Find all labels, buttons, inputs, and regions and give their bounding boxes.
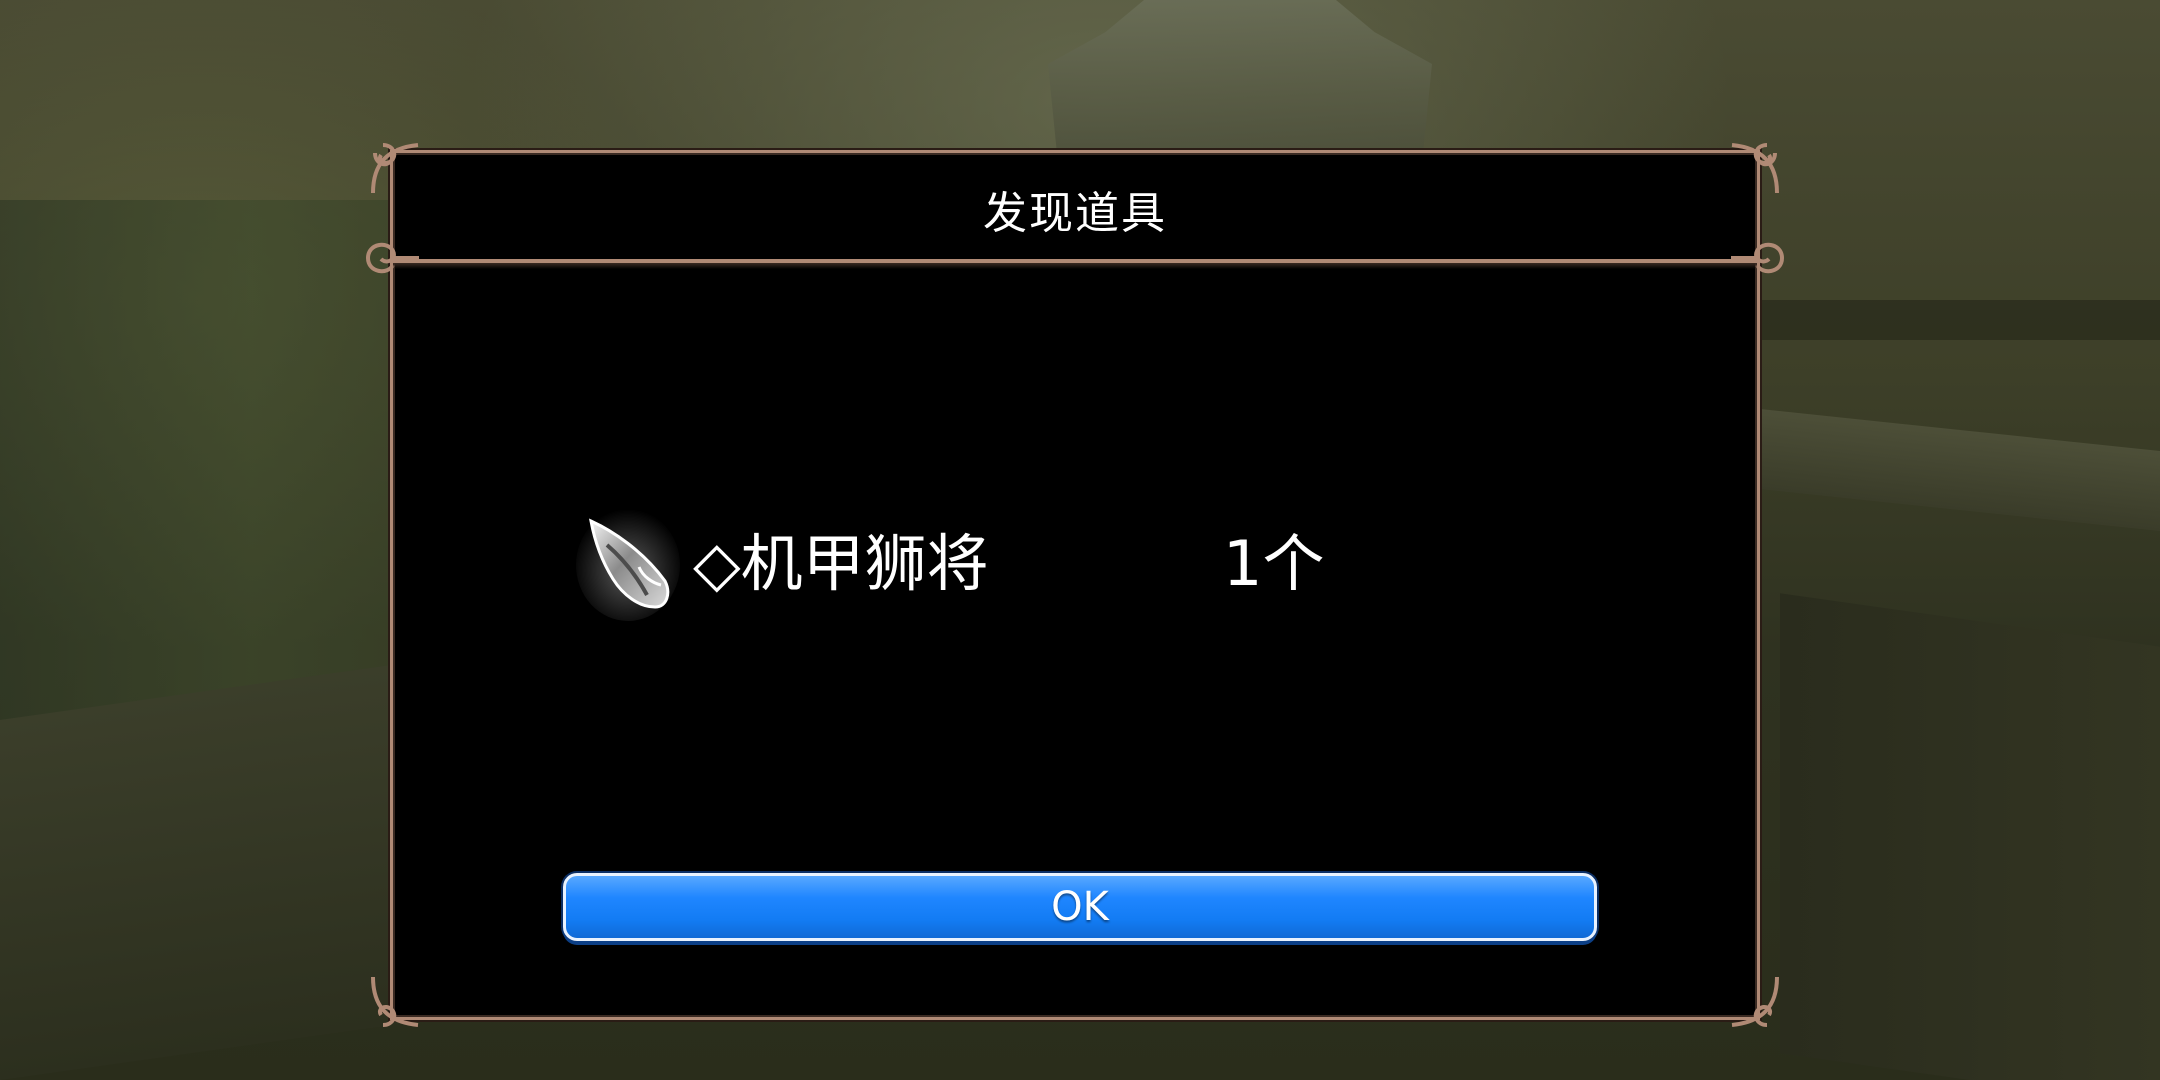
dialog-header: 发现道具 — [393, 153, 1757, 269]
found-item-row: ◇机甲狮将 1个 — [573, 503, 1573, 623]
ornament-corner-icon — [1717, 967, 1787, 1037]
game-background: 发现道具 ◇机甲狮将 1个 OK — [0, 0, 2160, 1080]
crystal-shard-icon — [573, 503, 683, 623]
header-divider — [393, 263, 1757, 269]
background-wall-right — [1780, 593, 2160, 1080]
ok-button[interactable]: OK — [563, 873, 1597, 941]
item-found-dialog: 发现道具 ◇机甲狮将 1个 OK — [366, 143, 1784, 1027]
ok-button-label: OK — [1051, 884, 1109, 930]
background-ledge-right — [1760, 408, 2160, 532]
item-name: ◇机甲狮将 — [693, 527, 989, 600]
background-floor-left — [0, 660, 420, 1080]
dialog-title: 发现道具 — [983, 188, 1167, 239]
background-tower — [1048, 0, 1432, 160]
item-count: 1个 — [1223, 527, 1325, 600]
ornament-corner-icon — [363, 967, 433, 1037]
background-stripe — [1760, 300, 2160, 340]
